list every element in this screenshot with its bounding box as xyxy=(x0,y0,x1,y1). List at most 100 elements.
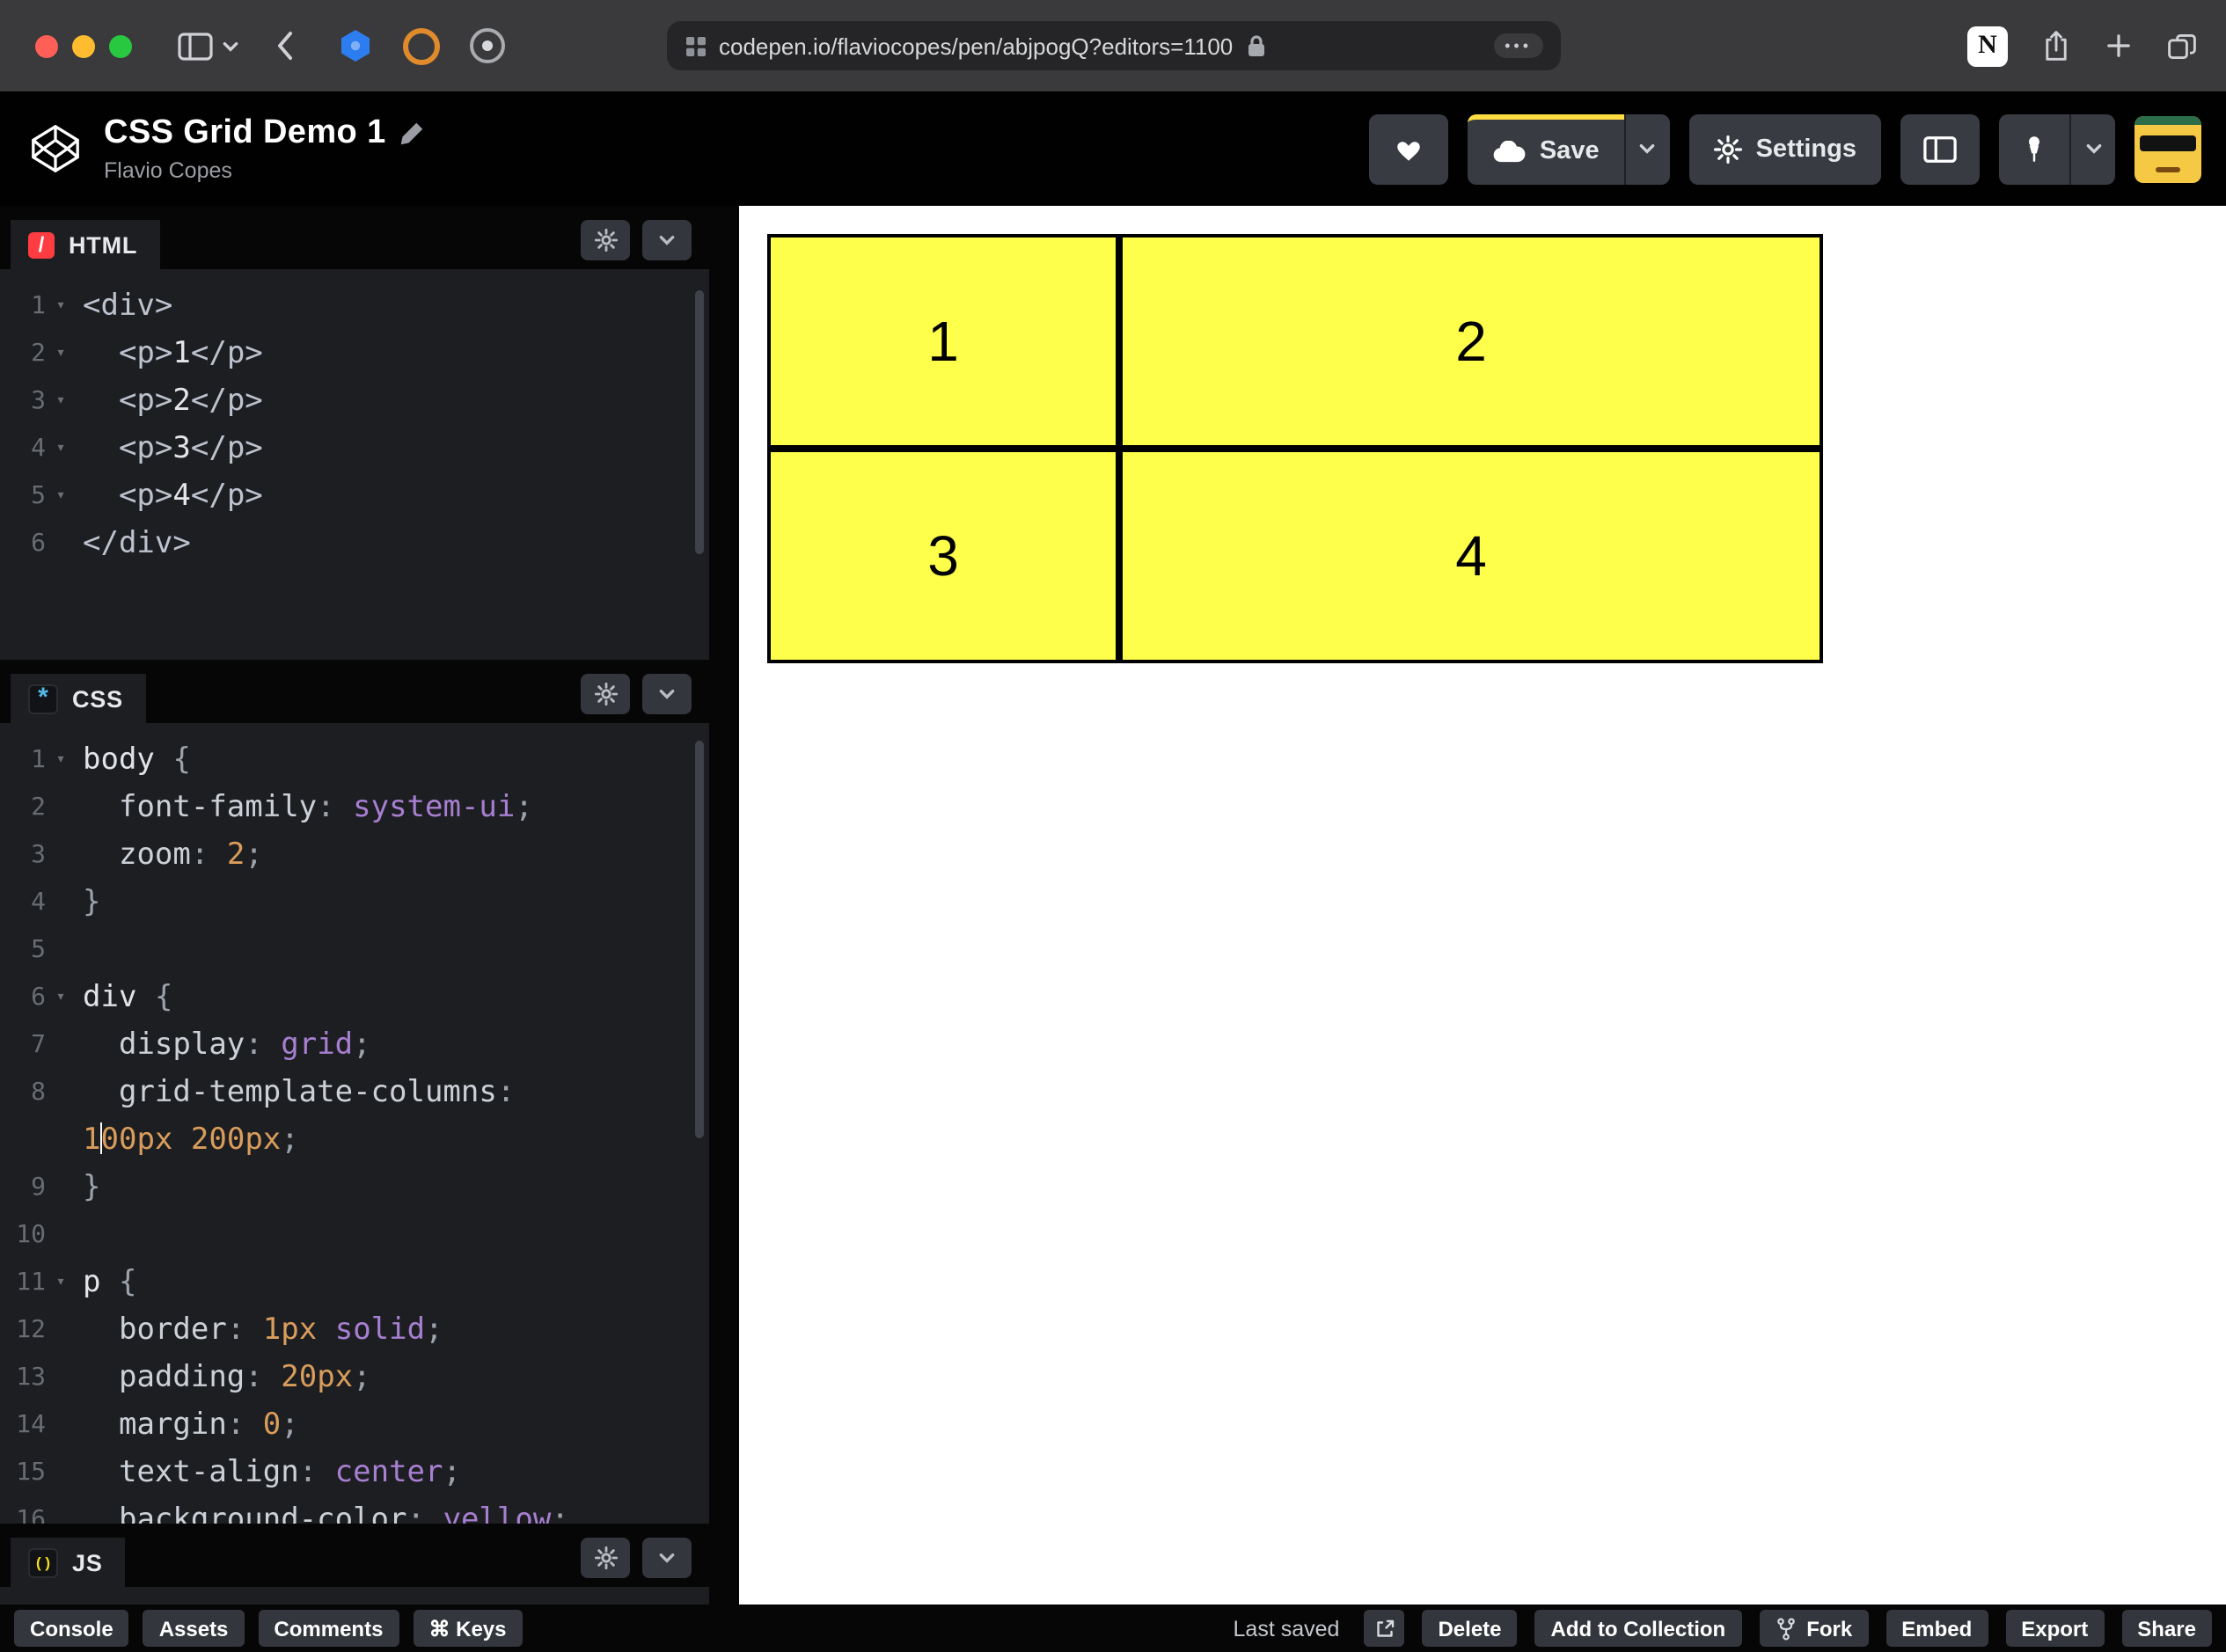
embed-button[interactable]: Embed xyxy=(1886,1610,1988,1647)
html-editor-collapse-button[interactable] xyxy=(642,220,692,260)
console-button[interactable]: Console xyxy=(14,1610,129,1647)
grid-cell: 4 xyxy=(1119,449,1823,663)
line-number: 3 xyxy=(0,832,46,880)
codepen-logo-icon[interactable] xyxy=(28,121,83,176)
url-text: codepen.io/flaviocopes/pen/abjpogQ?edito… xyxy=(719,33,1233,59)
line-number: 1 xyxy=(0,283,46,331)
line-number: 2 xyxy=(0,785,46,832)
save-button[interactable]: Save xyxy=(1468,113,1624,184)
html-editor-settings-button[interactable] xyxy=(581,220,630,260)
code-line[interactable]: 5▾ <p>4</p> xyxy=(0,473,709,521)
css-code-area[interactable]: 1▾body {2 font-family: system-ui;3 zoom:… xyxy=(0,723,709,1524)
tab-css[interactable]: * CSS xyxy=(11,674,146,723)
code-line[interactable]: 11▾p { xyxy=(0,1260,709,1307)
code-line[interactable]: 7 display: grid; xyxy=(0,1022,709,1070)
extensions-ellipsis-icon[interactable]: ••• xyxy=(1494,33,1542,58)
close-window-button[interactable] xyxy=(35,34,58,57)
code-line[interactable]: 3 zoom: 2; xyxy=(0,832,709,880)
notion-extension-icon[interactable]: N xyxy=(1967,26,2008,66)
edit-title-icon[interactable] xyxy=(400,121,425,146)
export-button[interactable]: Export xyxy=(2005,1610,2104,1647)
extension-icon-gray[interactable] xyxy=(470,28,505,63)
delete-button[interactable]: Delete xyxy=(1422,1610,1517,1647)
code-line[interactable]: 4} xyxy=(0,880,709,927)
code-line[interactable]: 3▾ <p>2</p> xyxy=(0,378,709,426)
js-editor-settings-button[interactable] xyxy=(581,1538,630,1578)
fold-arrow-icon[interactable]: ▾ xyxy=(46,331,76,378)
js-editor-collapse-button[interactable] xyxy=(642,1538,692,1578)
new-tab-icon[interactable] xyxy=(2105,32,2133,60)
add-to-collection-button[interactable]: Add to Collection xyxy=(1535,1610,1742,1647)
user-avatar[interactable] xyxy=(2134,115,2201,182)
url-bar[interactable]: codepen.io/flaviocopes/pen/abjpogQ?edito… xyxy=(666,21,1560,70)
code-line[interactable]: 15 text-align: center; xyxy=(0,1450,709,1497)
code-line[interactable]: 16 background-color: yellow; xyxy=(0,1497,709,1524)
pin-button[interactable] xyxy=(1999,113,2069,184)
sidebar-toggle-icon[interactable] xyxy=(178,31,213,61)
code-line[interactable]: 9} xyxy=(0,1165,709,1212)
fold-arrow-icon[interactable]: ▾ xyxy=(46,378,76,426)
fold-arrow-icon[interactable]: ▾ xyxy=(46,975,76,1022)
pin-icon xyxy=(2022,133,2047,164)
css-editor-collapse-button[interactable] xyxy=(642,674,692,714)
js-code-area[interactable] xyxy=(0,1587,709,1604)
fold-arrow-icon[interactable]: ▾ xyxy=(46,737,76,785)
css-file-icon: * xyxy=(28,683,58,713)
minimize-window-button[interactable] xyxy=(72,34,95,57)
tab-html[interactable]: / HTML xyxy=(11,220,160,269)
html-code-area[interactable]: 1▾<div>2▾ <p>1</p>3▾ <p>2</p>4▾ <p>3</p>… xyxy=(0,269,709,660)
comments-button[interactable]: Comments xyxy=(258,1610,399,1647)
code-line[interactable]: 4▾ <p>3</p> xyxy=(0,426,709,473)
html-scrollbar[interactable] xyxy=(695,290,704,554)
change-view-button[interactable] xyxy=(1900,113,1980,184)
code-line[interactable]: 14 margin: 0; xyxy=(0,1402,709,1450)
fold-arrow-icon[interactable]: ▾ xyxy=(46,1260,76,1307)
pin-dropdown-button[interactable] xyxy=(2069,113,2115,184)
fork-button[interactable]: Fork xyxy=(1759,1610,1868,1647)
back-button[interactable] xyxy=(275,30,296,62)
code-line[interactable]: 8 grid-template-columns: xyxy=(0,1070,709,1117)
code-text: } xyxy=(76,1165,101,1212)
share-button[interactable]: Share xyxy=(2121,1610,2212,1647)
code-line[interactable]: 6▾div { xyxy=(0,975,709,1022)
keyboard-shortcuts-button[interactable]: ⌘ Keys xyxy=(413,1610,522,1647)
fold-arrow-icon[interactable]: ▾ xyxy=(46,426,76,473)
code-line[interactable]: 10 xyxy=(0,1212,709,1260)
assets-button[interactable]: Assets xyxy=(143,1610,245,1647)
pane-resizer[interactable] xyxy=(709,206,739,1604)
zoom-window-button[interactable] xyxy=(109,34,132,57)
open-live-view-button[interactable] xyxy=(1364,1610,1404,1647)
sidebar-chevron-icon[interactable] xyxy=(222,40,239,52)
extension-icon-orange[interactable] xyxy=(403,27,440,64)
code-text: body { xyxy=(76,737,191,785)
extension-icon-blue[interactable] xyxy=(338,28,373,63)
pen-author[interactable]: Flavio Copes xyxy=(104,158,425,183)
code-line[interactable]: 100px 200px; xyxy=(0,1117,709,1165)
fold-arrow-icon[interactable]: ▾ xyxy=(46,283,76,331)
fold-gutter xyxy=(46,1212,76,1260)
css-editor-settings-button[interactable] xyxy=(581,674,630,714)
css-scrollbar[interactable] xyxy=(695,741,704,1138)
code-line[interactable]: 5 xyxy=(0,927,709,975)
code-line[interactable]: 6</div> xyxy=(0,521,709,568)
save-dropdown-button[interactable] xyxy=(1624,113,1670,184)
line-number: 12 xyxy=(0,1307,46,1355)
code-line[interactable]: 1▾<div> xyxy=(0,283,709,331)
line-number: 4 xyxy=(0,880,46,927)
tab-js[interactable]: ( ) JS xyxy=(11,1538,126,1587)
fold-arrow-icon[interactable]: ▾ xyxy=(46,473,76,521)
code-line[interactable]: 2▾ <p>1</p> xyxy=(0,331,709,378)
code-line[interactable]: 12 border: 1px solid; xyxy=(0,1307,709,1355)
line-number: 13 xyxy=(0,1355,46,1402)
like-button[interactable] xyxy=(1369,113,1448,184)
settings-button[interactable]: Settings xyxy=(1689,113,1881,184)
gear-icon xyxy=(1714,135,1742,163)
code-line[interactable]: 13 padding: 20px; xyxy=(0,1355,709,1402)
share-icon[interactable] xyxy=(2041,28,2071,63)
code-text: </div> xyxy=(76,521,191,568)
css-editor-header: * CSS xyxy=(0,660,709,723)
code-line[interactable]: 1▾body { xyxy=(0,737,709,785)
code-line[interactable]: 2 font-family: system-ui; xyxy=(0,785,709,832)
tab-overview-icon[interactable] xyxy=(2166,31,2198,61)
chevron-down-icon xyxy=(658,234,676,246)
